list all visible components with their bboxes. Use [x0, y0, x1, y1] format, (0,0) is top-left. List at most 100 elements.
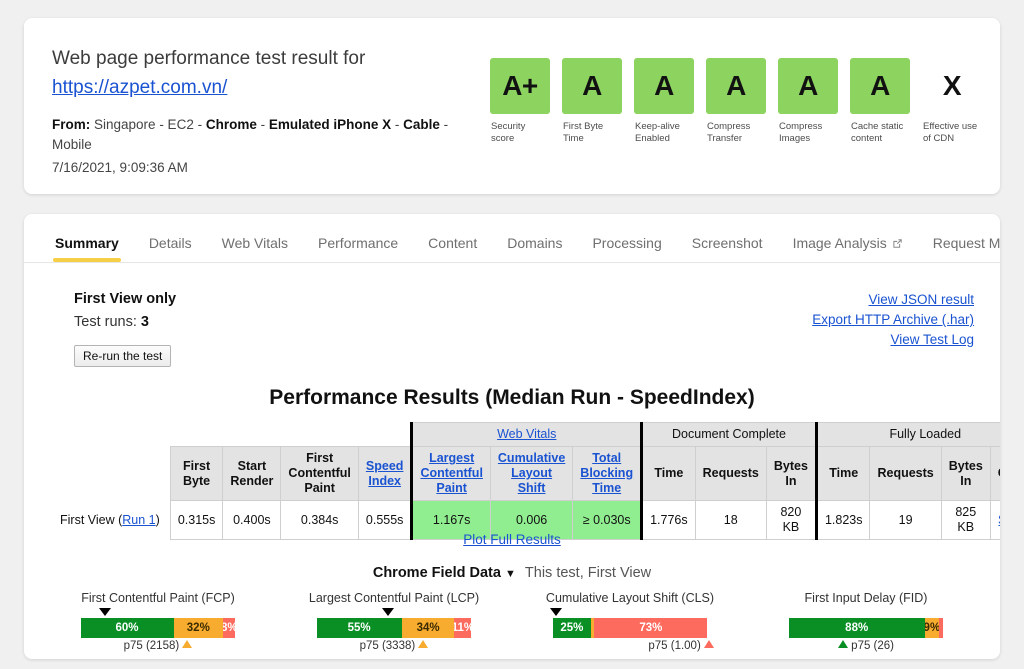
external-link-icon [892, 236, 903, 248]
table-column-header: Requests [694, 446, 767, 501]
tab-screenshot[interactable]: Screenshot [677, 235, 778, 262]
test-summary-card: Web page performance test result for htt… [24, 18, 1000, 194]
metric-distribution-bar: 25% 73% [552, 618, 708, 638]
grade-badge[interactable]: A Keep-alive Enabled [634, 58, 694, 145]
table-column-header: Time [640, 446, 696, 501]
grade-badge[interactable]: A Compress Images [778, 58, 838, 145]
grade-label: Compress Images [779, 121, 823, 144]
metric-distribution-bar: 55%34%11% [316, 618, 472, 638]
tab-request-map[interactable]: Request Map [918, 235, 1000, 262]
tab-label: Content [428, 235, 478, 251]
tested-url-link[interactable]: https://azpet.com.vn/ [52, 74, 227, 101]
test-timestamp: 7/16/2021, 9:09:36 AM [52, 160, 188, 175]
column-header-link[interactable]: Speed Index [366, 459, 404, 488]
tab-summary[interactable]: Summary [40, 235, 134, 262]
grade-label: Effective use of CDN [923, 121, 978, 144]
tab-content[interactable]: Content [413, 235, 492, 262]
table-group-header[interactable]: Web Vitals [410, 422, 643, 447]
table-column-header: Time [814, 446, 871, 501]
field-data-metric: First Input Delay (FID) 88%9% p75 (26) [766, 590, 966, 654]
test-browser: Chrome [205, 117, 257, 132]
tab-performance[interactable]: Performance [303, 235, 413, 262]
run-link[interactable]: Run 1 [122, 513, 155, 527]
run-info: First View only Test runs: 3 Re-run the … [74, 289, 176, 367]
results-heading: Performance Results (Median Run - SpeedI… [269, 386, 755, 409]
field-data-metric: First Contentful Paint (FCP) 60%32%8% p75 … [58, 590, 258, 654]
tab-image-analysis[interactable]: Image Analysis [778, 235, 918, 262]
metric-segment-good: 55% [316, 618, 402, 638]
export-link[interactable]: View Test Log [812, 330, 974, 350]
grade-badge[interactable]: X Effective use of CDN [922, 58, 982, 145]
metric-segment-poor: 8% [223, 618, 236, 638]
grade-badge[interactable]: A Cache static content [850, 58, 910, 145]
export-link[interactable]: View JSON result [812, 290, 974, 310]
chrome-field-data-header: Chrome Field Data ▼ This test, First Vie… [24, 565, 1000, 581]
metric-segment-ni: 32% [173, 618, 224, 638]
rerun-test-button[interactable]: Re-run the test [74, 345, 172, 367]
tab-details[interactable]: Details [134, 235, 207, 262]
metric-segment-poor [938, 618, 944, 638]
sep-3: - [391, 117, 404, 132]
p75-label: p75 (2158) [123, 640, 180, 652]
column-header-link[interactable]: Cumulative Layout Shift [498, 451, 565, 495]
table-column-header[interactable]: Total Blocking Time [572, 446, 643, 501]
export-link[interactable]: Export HTTP Archive (.har) [812, 310, 974, 330]
table-column-header: Cost [989, 446, 1000, 501]
p75-label: p75 (1.00) [648, 640, 701, 652]
grade-value: A [706, 58, 766, 114]
grade-label: Keep-alive Enabled [635, 121, 680, 144]
table-column-header[interactable]: Cumulative Layout Shift [489, 446, 574, 501]
grade-badge[interactable]: A Compress Transfer [706, 58, 766, 145]
metric-segment-ni: 9% [924, 618, 939, 638]
table-column-header: First Contentful Paint [280, 446, 359, 501]
group-header-link[interactable]: Web Vitals [497, 427, 556, 441]
p75-label: p75 (3338) [359, 640, 416, 652]
column-header-link[interactable]: Largest Contentful Paint [420, 451, 482, 495]
table-column-header[interactable]: Largest Contentful Paint [410, 446, 491, 501]
metric-marker-row [766, 608, 966, 618]
tab-label: Image Analysis [792, 235, 887, 251]
test-runs: Test runs: 3 [74, 311, 176, 333]
p75-label: p75 (26) [851, 640, 895, 652]
sep-2: - [256, 117, 269, 132]
tab-web-vitals[interactable]: Web Vitals [207, 235, 303, 262]
metric-segment-poor: 11% [454, 618, 472, 638]
grade-badge[interactable]: A+ Security score [490, 58, 550, 145]
webpagetest-results-page: Web page performance test result for htt… [0, 0, 1024, 669]
table-column-header: Bytes In [765, 446, 817, 501]
metric-marker-row [530, 608, 730, 618]
grade-value: A [634, 58, 694, 114]
test-location: Singapore - EC2 [94, 117, 194, 132]
grade-label: Security score [491, 121, 526, 144]
plot-full-results-link[interactable]: Plot Full Results [463, 532, 561, 547]
table-rowlabel-header [52, 446, 171, 501]
results-tabs: Summary Details Web Vitals Performance Conte… [24, 214, 1000, 263]
page-title: Web page performance test result for [52, 48, 366, 69]
metric-p75: p75 (1.00) [530, 640, 730, 654]
metric-marker-row [294, 608, 494, 618]
table-column-header[interactable]: Speed Index [357, 446, 413, 501]
table-column-header: First Byte [169, 446, 224, 501]
tab-processing[interactable]: Processing [577, 235, 676, 262]
sep-4: - [439, 117, 449, 132]
test-runs-value: 3 [140, 314, 149, 330]
results-card: Summary Details Web Vitals Performance Conte… [24, 214, 1000, 659]
grade-badge[interactable]: A First Byte Time [562, 58, 622, 145]
test-mobile-flag: Mobile [52, 137, 92, 152]
grade-value: A+ [490, 58, 550, 114]
table-group-header: Fully Loaded [814, 422, 1000, 447]
tab-domains[interactable]: Domains [492, 235, 577, 262]
cost-link[interactable]: $$--- [998, 513, 1000, 527]
export-links: View JSON result Export HTTP Archive (.ha… [812, 290, 974, 350]
grade-value: A [850, 58, 910, 114]
tab-label: Domains [507, 235, 563, 251]
table-column-header: Bytes In [940, 446, 991, 501]
chrome-field-data-title: Chrome Field Data [372, 565, 501, 581]
sep-1: - [193, 117, 206, 132]
from-label: From: [52, 117, 91, 132]
chevron-down-icon[interactable]: ▼ [505, 568, 516, 580]
test-identity-block: Web page performance test result for htt… [52, 46, 482, 194]
metric-title: Cumulative Layout Shift (CLS) [545, 591, 715, 605]
p75-triangle-icon [418, 640, 429, 648]
column-header-link[interactable]: Total Blocking Time [580, 451, 633, 495]
